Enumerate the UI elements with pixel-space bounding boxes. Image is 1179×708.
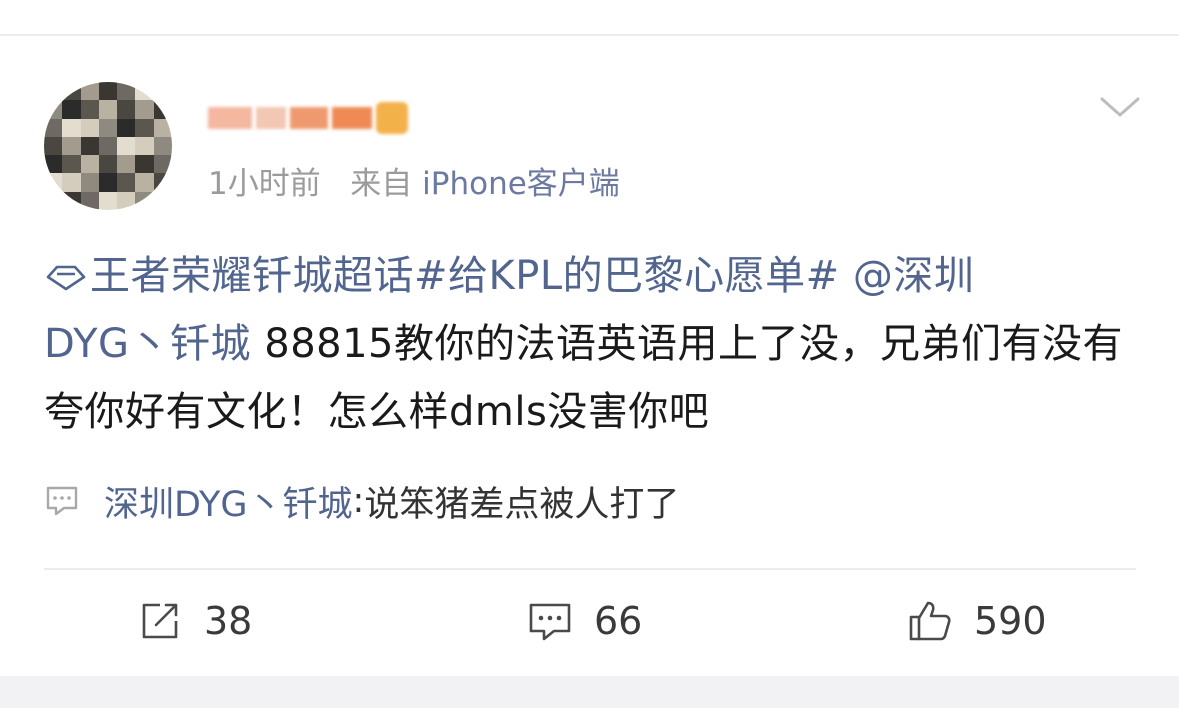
avatar-mosaic-tile (80, 118, 99, 137)
avatar-mosaic-tile (135, 155, 154, 174)
avatar-mosaic-tile (80, 82, 99, 101)
avatar-mosaic-tile (153, 155, 172, 174)
avatar-mosaic-tile (44, 100, 63, 119)
repost-button[interactable]: 38 (138, 596, 252, 646)
comment-bubble-icon (46, 486, 78, 516)
avatar-mosaic-tile (98, 100, 118, 119)
avatar-mosaic-tile (117, 82, 136, 101)
avatar-mosaic-tile (62, 82, 81, 101)
repost-icon (142, 603, 178, 639)
like-button[interactable]: 590 (908, 596, 1047, 646)
avatar-mosaic-tile (80, 173, 99, 192)
avatar-mosaic-tile (135, 136, 154, 156)
thumbs-up-icon (909, 601, 951, 641)
action-bar: 38 66 590 (0, 586, 1179, 656)
top-separator (0, 0, 1179, 36)
post-time: 1小时前 (208, 166, 321, 202)
avatar-mosaic-tile (80, 100, 99, 119)
avatar-mosaic-tile (44, 191, 63, 210)
comment-count: 66 (594, 599, 643, 643)
avatar-mosaic-tile (44, 136, 63, 156)
avatar-mosaic-tile (44, 155, 63, 174)
hashtag-link[interactable]: #给KPL的巴黎心愿单# (414, 253, 840, 299)
avatar[interactable] (44, 82, 172, 210)
avatar-mosaic-tile (62, 155, 81, 174)
comment-author[interactable]: 深圳DYG丶钎城 (104, 476, 353, 527)
divider (44, 568, 1136, 570)
avatar-mosaic-tile (62, 173, 81, 192)
source-device: iPhone客户端 (422, 166, 620, 202)
avatar-mosaic-tile (98, 191, 118, 210)
comment-button[interactable]: 66 (528, 596, 642, 646)
avatar-mosaic-tile (153, 173, 172, 192)
avatar-mosaic-tile (135, 82, 154, 101)
diamond-topic-icon (46, 265, 86, 291)
avatar-mosaic-tile (153, 100, 172, 119)
more-button[interactable] (1098, 92, 1142, 122)
avatar-mosaic-tile (98, 155, 118, 174)
like-count: 590 (974, 599, 1047, 643)
repost-count: 38 (204, 599, 253, 643)
username[interactable] (208, 96, 408, 140)
avatar-mosaic-tile (153, 136, 172, 156)
bottom-separator (0, 676, 1179, 708)
avatar-mosaic-tile (80, 191, 99, 210)
username-blur-block (332, 107, 372, 129)
avatar-mosaic-tile (44, 118, 63, 137)
avatar-mosaic-tile (62, 118, 81, 137)
avatar-mosaic-tile (135, 173, 154, 192)
avatar-mosaic-tile (135, 100, 154, 119)
avatar-mosaic-tile (153, 82, 172, 101)
avatar-mosaic-tile (117, 155, 136, 174)
avatar-mosaic-tile (117, 118, 136, 137)
avatar-mosaic-tile (44, 173, 63, 192)
avatar-mosaic-tile (62, 136, 81, 156)
comment-text: 说笨猪差点被人打了 (364, 484, 680, 525)
avatar-mosaic-tile (117, 191, 136, 210)
source-prefix: 来自 (350, 166, 413, 202)
avatar-mosaic-tile (80, 155, 99, 174)
avatar-mosaic-tile (117, 136, 136, 156)
avatar-mosaic-tile (153, 118, 172, 137)
username-blur-block (256, 107, 286, 129)
username-blur-block (208, 107, 252, 129)
avatar-mosaic-tile (135, 118, 154, 137)
post-meta: 1小时前 来自 iPhone客户端 (208, 158, 620, 203)
username-blur-block (290, 107, 328, 129)
comment-icon (529, 603, 571, 641)
avatar-mosaic-tile (135, 191, 154, 210)
chevron-down-icon (1100, 97, 1140, 117)
avatar-mosaic-tile (98, 173, 118, 192)
avatar-mosaic-tile (117, 100, 136, 119)
comment-preview[interactable]: 深圳DYG丶钎城: 说笨猪差点被人打了 (44, 476, 679, 526)
avatar-mosaic-tile (44, 82, 63, 101)
post-body: 王者荣耀钎城超话#给KPL的巴黎心愿单# @深圳 DYG丶钎城 88815教你的法… (44, 242, 1144, 446)
mention-part-1: @深圳 (852, 253, 975, 299)
avatar-mosaic-tile (98, 136, 118, 156)
avatar-mosaic-tile (80, 136, 99, 156)
avatar-mosaic-tile (62, 100, 81, 119)
avatar-mosaic-tile (98, 118, 118, 137)
avatar-mosaic-tile (117, 173, 136, 192)
avatar-mosaic-tile (153, 191, 172, 210)
topic-link[interactable]: 王者荣耀钎城超话 (44, 253, 414, 299)
vip-badge-icon (376, 102, 408, 134)
comment-separator: : (352, 481, 365, 521)
topic-link-text: 王者荣耀钎城超话 (90, 253, 414, 299)
avatar-mosaic-tile (62, 191, 81, 210)
avatar-mosaic-tile (98, 82, 118, 101)
mention-part-2: DYG丶钎城 (44, 321, 252, 367)
